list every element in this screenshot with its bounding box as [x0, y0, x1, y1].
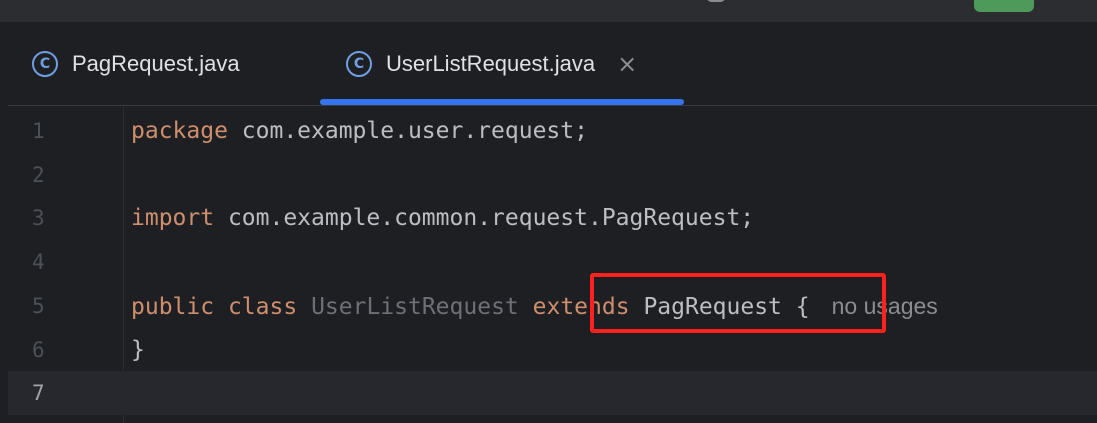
- keyword: package: [131, 118, 228, 144]
- class-icon: C: [346, 51, 372, 77]
- tab-userlistrequest-java[interactable]: C UserListRequest.java ×: [346, 22, 637, 106]
- line-number: 4: [32, 250, 45, 274]
- keyword: public: [131, 294, 215, 320]
- code-line: 1 package com.example.user.request;: [8, 109, 1097, 153]
- toolbar-icon[interactable]: [706, 0, 726, 2]
- line-number: 7: [32, 381, 45, 405]
- code-editor[interactable]: 1 package com.example.user.request; 2 3 …: [8, 107, 1097, 423]
- code-line-current: 7: [8, 371, 1097, 415]
- line-number: 1: [32, 119, 45, 143]
- active-tab-indicator: [320, 99, 684, 105]
- editor-tab-bar: C PagRequest.java C UserListRequest.java…: [8, 22, 1097, 106]
- code-line: 2: [8, 153, 1097, 197]
- run-button[interactable]: [974, 0, 1034, 12]
- class-name: UserListRequest: [311, 294, 519, 320]
- code-text: import com.example.common.request.PagReq…: [131, 196, 754, 240]
- tab-pagrequest-java[interactable]: C PagRequest.java: [32, 22, 240, 106]
- keyword: class: [227, 294, 298, 320]
- code-line: 6 }: [8, 328, 1097, 372]
- import-path: com.example.common.request.PagRequest;: [214, 205, 755, 231]
- line-number: 6: [32, 338, 45, 362]
- title-bar: [0, 0, 1097, 22]
- class-icon: C: [32, 51, 58, 77]
- close-icon[interactable]: ×: [617, 50, 637, 78]
- line-number: 3: [32, 206, 45, 230]
- keyword: import: [131, 205, 215, 231]
- package-name: com.example.user.request;: [227, 118, 588, 144]
- annotation-highlight-box: [590, 273, 886, 333]
- code-text: }: [131, 337, 145, 363]
- code-line: 3 import com.example.common.request.PagR…: [8, 196, 1097, 240]
- code-text: package com.example.user.request;: [131, 109, 588, 153]
- tab-label: UserListRequest.java: [386, 51, 596, 76]
- line-number: 5: [32, 294, 45, 318]
- code-line: 4: [8, 240, 1097, 284]
- code-line: 5 public class UserListRequest extends P…: [8, 284, 1097, 328]
- tab-label: PagRequest.java: [72, 51, 240, 76]
- line-number: 2: [32, 163, 45, 187]
